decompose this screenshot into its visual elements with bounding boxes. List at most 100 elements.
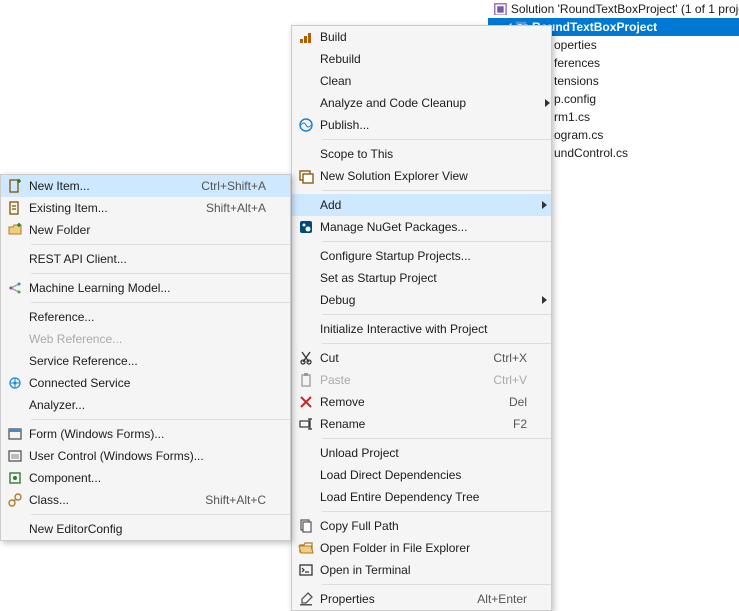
add-submenu-item[interactable]: REST API Client... [1,248,290,270]
add-submenu-item[interactable]: User Control (Windows Forms)... [1,445,290,467]
class-icon [1,492,29,508]
add-submenu-item[interactable]: New EditorConfig [1,518,290,540]
menu-item-shortcut: Ctrl+Shift+A [201,179,276,193]
remove-icon [292,394,320,410]
rename-icon [292,416,320,432]
existing-item-icon [1,200,29,216]
solution-label: Solution 'RoundTextBoxProject' (1 of 1 p… [511,2,739,16]
menu-item-label: Connected Service [29,376,212,390]
solution-explorer-item-label: p.config [554,92,596,106]
add-submenu-item[interactable]: Reference... [1,306,290,328]
add-submenu-item[interactable]: Connected Service [1,372,290,394]
add-submenu-item[interactable]: New Folder [1,219,290,241]
context-menu-item[interactable]: Rebuild [292,48,551,70]
context-menu-item[interactable]: Copy Full Path [292,515,551,537]
menu-item-label: New Item... [29,179,201,193]
add-submenu-item[interactable]: Service Reference... [1,350,290,372]
menu-item-label: Remove [320,395,473,409]
context-menu-item[interactable]: Clean [292,70,551,92]
add-submenu-item: Web Reference... [1,328,290,350]
context-menu-item[interactable]: Scope to This [292,143,551,165]
menu-item-shortcut: F2 [473,417,537,431]
context-menu-item[interactable]: Configure Startup Projects... [292,245,551,267]
add-submenu-item[interactable]: Form (Windows Forms)... [1,423,290,445]
usercontrol-icon [1,448,29,464]
menu-item-label: Web Reference... [29,332,212,346]
menu-separator [322,343,551,344]
context-menu-item: PasteCtrl+V [292,369,551,391]
context-menu-item[interactable]: Add [292,194,551,216]
add-submenu-item[interactable]: New Item...Ctrl+Shift+A [1,175,290,197]
menu-separator [322,438,551,439]
properties-icon [292,591,320,607]
context-menu-item[interactable]: Publish... [292,114,551,136]
menu-item-label: Initialize Interactive with Project [320,322,497,336]
menu-item-label: Cut [320,351,473,365]
menu-item-shortcut: Del [473,395,537,409]
context-menu-item[interactable]: Open in Terminal [292,559,551,581]
context-menu-item[interactable]: Build [292,26,551,48]
context-menu-item[interactable]: Open Folder in File Explorer [292,537,551,559]
menu-item-shortcut: Alt+Enter [473,592,537,606]
copy-path-icon [292,518,320,534]
menu-item-label: Machine Learning Model... [29,281,212,295]
project-context-menu: Build Rebuild CleanAnalyze and Code Cleanu… [291,25,552,611]
context-menu-item[interactable]: Load Direct Dependencies [292,464,551,486]
menu-item-label: Rebuild [320,52,473,66]
context-menu-item[interactable]: RenameF2 [292,413,551,435]
add-submenu-item[interactable]: Class...Shift+Alt+C [1,489,290,511]
add-submenu-item[interactable]: Existing Item...Shift+Alt+A [1,197,290,219]
nuget-icon [292,219,320,235]
submenu-arrow-icon [540,99,554,107]
context-menu-item[interactable]: Set as Startup Project [292,267,551,289]
submenu-arrow-icon [537,201,551,209]
menu-separator [322,584,551,585]
solution-node[interactable]: Solution 'RoundTextBoxProject' (1 of 1 p… [488,0,739,18]
menu-item-label: Open in Terminal [320,563,473,577]
menu-item-shortcut: Shift+Alt+A [206,201,276,215]
solution-explorer-item-label: operties [554,38,597,52]
submenu-arrow-icon [537,296,551,304]
context-menu-item[interactable]: Unload Project [292,442,551,464]
menu-item-label: Publish... [320,118,473,132]
menu-item-label: New Solution Explorer View [320,169,478,183]
add-submenu-item[interactable]: Machine Learning Model... [1,277,290,299]
menu-item-label: Class... [29,493,205,507]
context-menu-item[interactable]: Analyze and Code Cleanup [292,92,551,114]
menu-item-label: Paste [320,373,473,387]
context-menu-item[interactable]: PropertiesAlt+Enter [292,588,551,610]
publish-icon [292,117,320,133]
menu-item-label: Analyzer... [29,398,212,412]
menu-item-label: Build [320,30,473,44]
menu-item-label: Load Direct Dependencies [320,468,473,482]
context-menu-item[interactable]: Debug [292,289,551,311]
solution-icon [494,2,507,16]
new-view-icon [292,168,320,184]
build-icon [292,29,320,45]
component-icon [1,470,29,486]
context-menu-item[interactable]: Initialize Interactive with Project [292,318,551,340]
menu-item-label: Unload Project [320,446,473,460]
context-menu-item[interactable]: RemoveDel [292,391,551,413]
context-menu-item[interactable]: Load Entire Dependency Tree [292,486,551,508]
context-menu-item[interactable]: New Solution Explorer View [292,165,551,187]
menu-separator [322,139,551,140]
add-submenu-item[interactable]: Component... [1,467,290,489]
menu-separator [31,514,290,515]
menu-separator [31,419,290,420]
folder-icon [1,222,29,238]
cut-icon [292,350,320,366]
menu-item-label: Open Folder in File Explorer [320,541,480,555]
menu-item-label: REST API Client... [29,252,212,266]
menu-separator [31,273,290,274]
open-folder-icon [292,540,320,556]
menu-item-label: Manage NuGet Packages... [320,220,477,234]
context-menu-item[interactable]: CutCtrl+X [292,347,551,369]
menu-item-label: Component... [29,471,212,485]
add-submenu-item[interactable]: Analyzer... [1,394,290,416]
menu-item-label: Copy Full Path [320,519,473,533]
menu-item-label: Scope to This [320,147,473,161]
menu-separator [322,241,551,242]
context-menu-item[interactable]: Manage NuGet Packages... [292,216,551,238]
menu-item-label: User Control (Windows Forms)... [29,449,214,463]
